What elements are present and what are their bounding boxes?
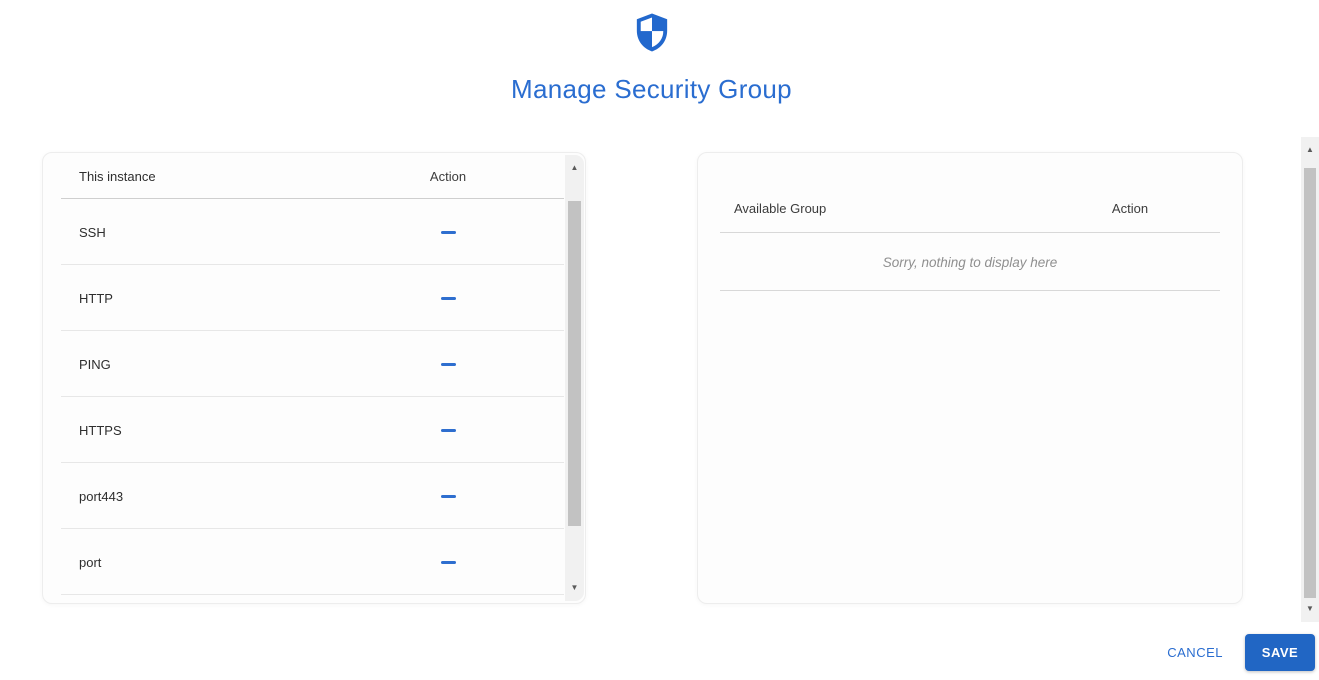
table-row: HTTPS [43, 397, 564, 463]
remove-row-button[interactable] [433, 357, 464, 372]
scroll-up-icon[interactable]: ▲ [1301, 146, 1319, 154]
minus-icon [440, 428, 456, 432]
empty-state-message: Sorry, nothing to display here [698, 233, 1242, 291]
table-row: SSH [43, 199, 564, 265]
page-scrollbar-thumb[interactable] [1304, 168, 1316, 598]
shield-icon [634, 12, 670, 53]
table-row: HTTP [43, 265, 564, 331]
column-available-group: Available Group [734, 200, 827, 216]
minus-icon [440, 296, 456, 300]
table-row: port443 [43, 463, 564, 529]
column-this-instance: This instance [79, 168, 156, 184]
cancel-button[interactable]: CANCEL [1157, 639, 1233, 666]
instance-name: HTTPS [79, 422, 122, 438]
column-action: Action [1111, 200, 1149, 216]
instance-panel-scrollbar[interactable]: ▲ ▼ [565, 155, 584, 601]
instance-name: port443 [79, 488, 124, 504]
footer-actions: CANCEL SAVE [1157, 634, 1315, 671]
instance-name: port [79, 554, 102, 570]
remove-row-button[interactable] [433, 225, 464, 240]
minus-icon [440, 494, 456, 498]
remove-row-button[interactable] [433, 423, 464, 438]
instance-table-header: This instance Action [43, 153, 564, 199]
column-action: Action [429, 168, 467, 184]
remove-row-button[interactable] [433, 555, 464, 570]
minus-icon [440, 560, 456, 564]
instance-rows: SSH HTTP PING HTTPS port443 port [43, 199, 564, 595]
available-table-header: Available Group Action [698, 183, 1242, 233]
page-scrollbar[interactable]: ▲ ▼ [1301, 137, 1319, 622]
available-group-panel: Available Group Action Sorry, nothing to… [697, 152, 1243, 604]
instance-name: PING [79, 356, 111, 372]
scroll-down-icon[interactable]: ▼ [1301, 605, 1319, 613]
instance-table: This instance Action SSH HTTP PING HTTPS [43, 153, 564, 603]
instance-name: SSH [79, 224, 106, 240]
table-row: port [43, 529, 564, 595]
scroll-up-icon[interactable]: ▲ [565, 164, 584, 172]
save-button[interactable]: SAVE [1245, 634, 1315, 671]
scroll-down-icon[interactable]: ▼ [565, 584, 584, 592]
instance-name: HTTP [79, 290, 113, 306]
minus-icon [440, 230, 456, 234]
minus-icon [440, 362, 456, 366]
instance-scrollbar-thumb[interactable] [568, 201, 581, 526]
page-title: Manage Security Group [511, 74, 792, 104]
table-row: PING [43, 331, 564, 397]
remove-row-button[interactable] [433, 291, 464, 306]
remove-row-button[interactable] [433, 489, 464, 504]
instance-panel: This instance Action SSH HTTP PING HTTPS [42, 152, 586, 604]
